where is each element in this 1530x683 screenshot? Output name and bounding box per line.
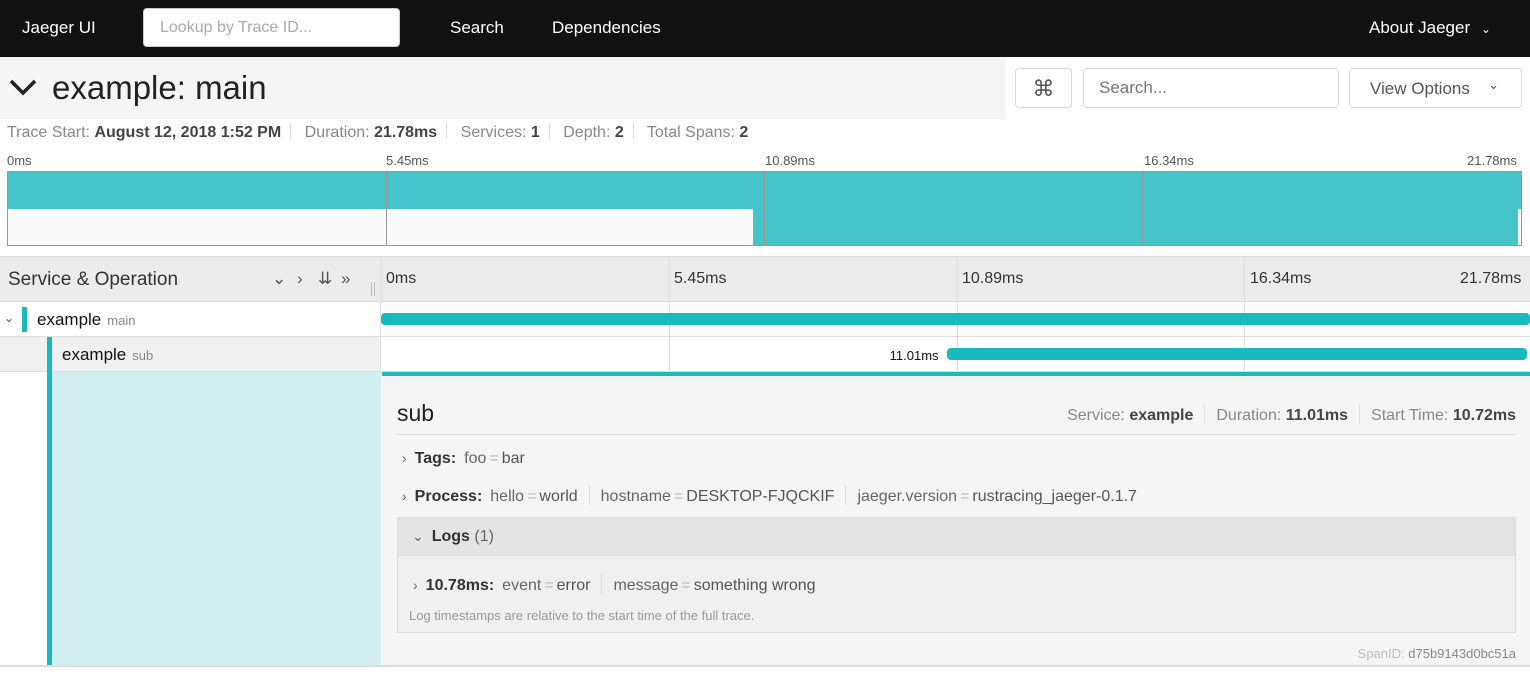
expand-all-icon[interactable]: »: [341, 269, 350, 289]
span-detail-meta: Service: example Duration: 11.01ms Start T…: [1067, 404, 1516, 425]
timeline-tick: 0ms: [386, 270, 417, 287]
chevron-down-icon: ⌄: [412, 528, 424, 544]
view-options-button[interactable]: View Options ⌄: [1349, 68, 1522, 108]
span-detail-title: sub: [397, 400, 435, 426]
minimap-span: [752, 208, 1518, 245]
span-detail: sub Service: example Duration: 11.01ms Sta…: [382, 372, 1530, 665]
timeline-tick: 10.89ms: [962, 270, 1024, 287]
nav-dependencies-link[interactable]: Dependencies: [552, 18, 661, 38]
duration-value: 21.78ms: [374, 124, 438, 141]
minimap-tick: 0ms: [7, 153, 32, 168]
collapse-all-icon[interactable]: ⇊: [318, 269, 332, 289]
view-options-label: View Options: [1370, 79, 1470, 98]
chevron-down-icon: ⌄: [1488, 77, 1499, 92]
chevron-right-icon: ›: [402, 450, 407, 466]
minimap-tick: 5.45ms: [386, 153, 429, 168]
logs-header[interactable]: ⌄ Logs (1): [398, 518, 1515, 556]
timeline-tick: 5.45ms: [674, 270, 727, 287]
span-row[interactable]: ⌄ example main: [0, 302, 1530, 337]
timeline-header: Service & Operation ⌄ › ⇊ » 0ms 5.45ms 1…: [0, 256, 1530, 303]
span-duration-label: 11.01ms: [889, 348, 939, 363]
nav-search-link[interactable]: Search: [450, 18, 504, 38]
span-bar[interactable]: [946, 348, 1528, 360]
page-title: example: main: [52, 69, 267, 106]
span-service: example: [62, 345, 127, 364]
span-search-input[interactable]: [1083, 68, 1339, 108]
total-spans-value: 2: [739, 124, 749, 141]
top-nav: Jaeger UI Search Dependencies About Jaeg…: [0, 0, 1530, 57]
timeline-tick: 16.34ms: [1250, 270, 1312, 287]
minimap-tick: 16.34ms: [1144, 153, 1194, 168]
span-id: SpanID: d75b9143d0bc51a: [1357, 646, 1516, 661]
keyboard-shortcuts-button[interactable]: ⌘: [1015, 68, 1072, 108]
process-section[interactable]: › Process: hello = world hostname = DESKTOP-FJQ…: [402, 485, 1137, 506]
about-label: About Jaeger: [1369, 18, 1471, 37]
timeline-tick: 21.78ms: [1460, 270, 1522, 287]
depth-label: Depth:: [563, 124, 611, 141]
trace-meta: Trace Start: August 12, 2018 1:52 PM Dur…: [7, 123, 748, 142]
command-icon: ⌘: [1032, 76, 1055, 101]
chevron-right-icon: ›: [413, 577, 418, 593]
log-note: Log timestamps are relative to the start…: [409, 608, 755, 623]
logs-section: ⌄ Logs (1) › 10.78ms: event = error message = so…: [397, 517, 1516, 633]
brand-link[interactable]: Jaeger UI: [22, 18, 96, 38]
log-entry[interactable]: › 10.78ms: event = error message = something wr…: [413, 574, 816, 595]
chevron-down-icon: ⌄: [1480, 22, 1491, 36]
expand-one-icon[interactable]: ›: [297, 269, 303, 289]
collapse-one-icon[interactable]: ⌄: [272, 269, 286, 289]
services-value: 1: [530, 124, 540, 141]
chevron-down-icon[interactable]: ⌄: [4, 311, 14, 325]
service-color-marker: [22, 307, 27, 332]
trace-minimap[interactable]: [7, 171, 1522, 246]
trace-id-lookup-input[interactable]: [143, 8, 400, 47]
services-label: Services:: [460, 124, 527, 141]
total-spans-label: Total Spans:: [646, 124, 735, 141]
trace-header: example: main: [0, 57, 1005, 119]
span-service: example: [37, 310, 102, 329]
span-operation: main: [107, 313, 136, 328]
service-operation-heading: Service & Operation: [8, 269, 179, 290]
duration-label: Duration:: [304, 124, 370, 141]
column-resize-handle[interactable]: [371, 282, 375, 296]
trace-start-value: August 12, 2018 1:52 PM: [94, 124, 282, 141]
chevron-right-icon: ›: [402, 488, 407, 504]
minimap-tick: 21.78ms: [1467, 153, 1517, 168]
span-operation: sub: [132, 348, 154, 363]
span-bar[interactable]: [381, 313, 1530, 325]
tags-section[interactable]: › Tags: foo = bar: [402, 450, 525, 468]
minimap-tick: 10.89ms: [765, 153, 815, 168]
depth-value: 2: [614, 124, 624, 141]
trace-start-label: Trace Start:: [7, 124, 90, 141]
collapse-chevron-icon[interactable]: [8, 75, 38, 99]
detail-left-fill: [52, 372, 381, 665]
about-jaeger-menu[interactable]: About Jaeger ⌄: [1369, 18, 1491, 38]
span-row[interactable]: example sub 11.01ms: [0, 337, 1530, 372]
